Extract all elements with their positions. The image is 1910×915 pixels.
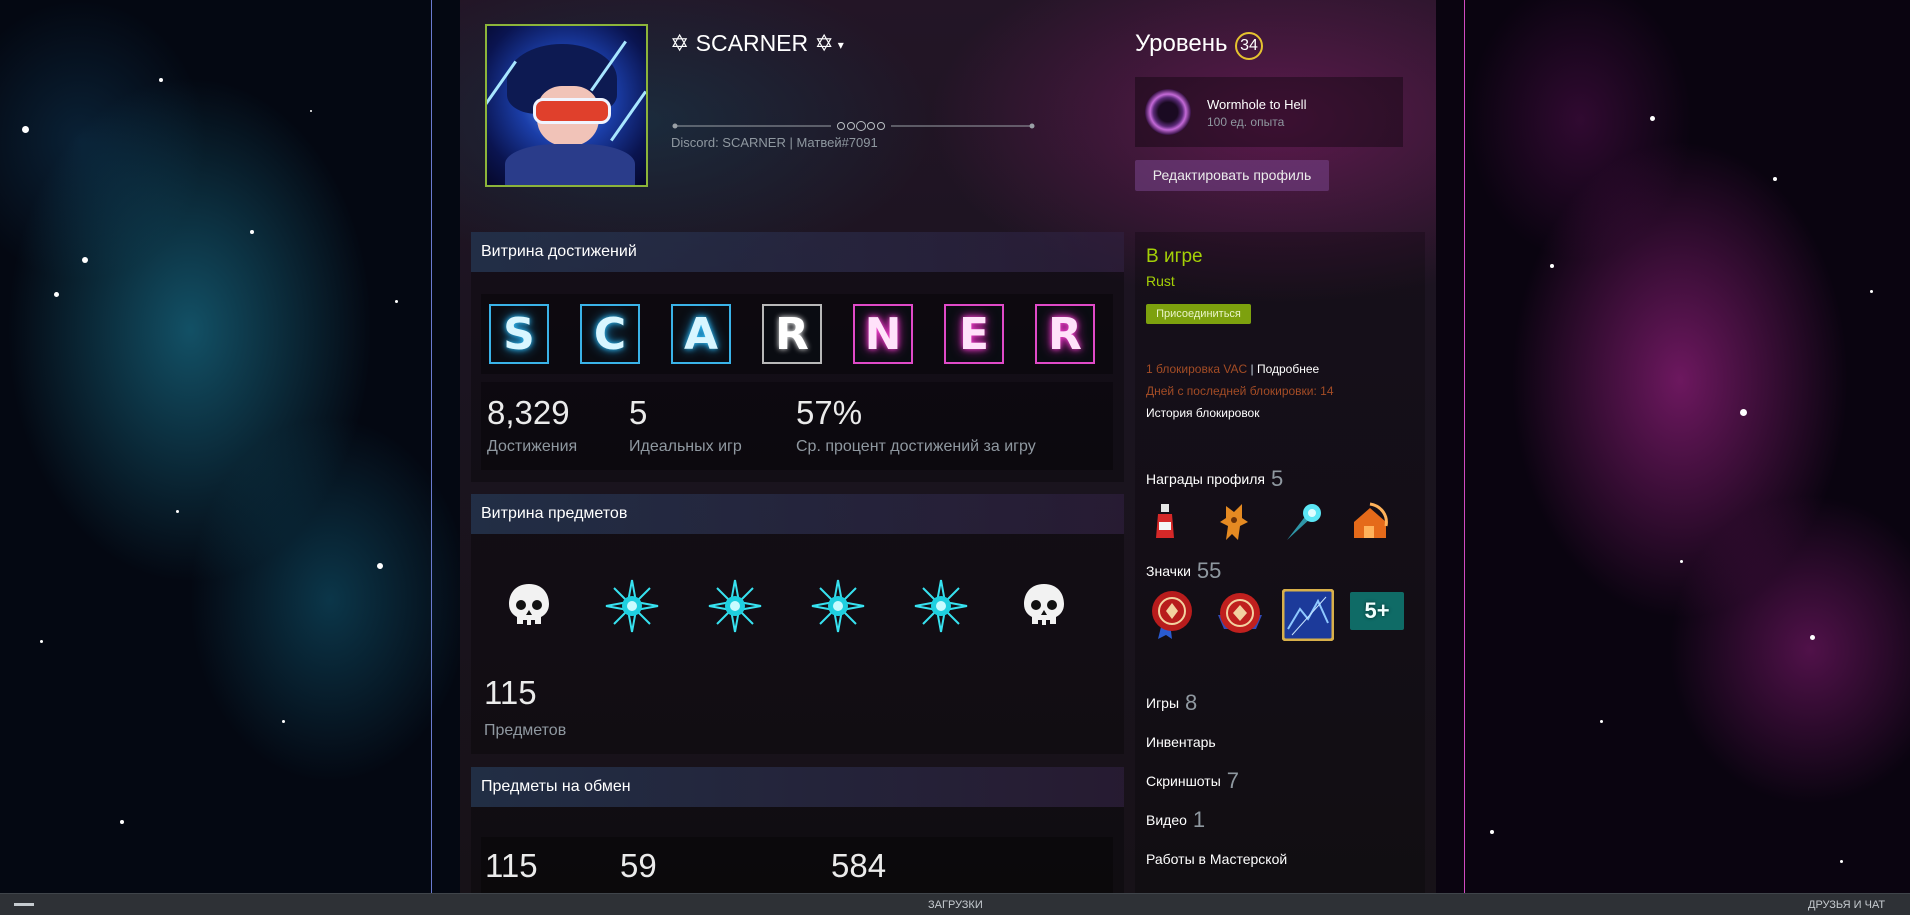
- trade-stat-value[interactable]: 584: [831, 847, 886, 885]
- current-game[interactable]: Rust: [1146, 273, 1175, 289]
- orange-creature-icon[interactable]: [1212, 500, 1256, 544]
- screenshots-label: Скриншоты: [1146, 773, 1221, 789]
- trade-stats: 115 59 584: [481, 837, 1113, 893]
- avg-completion-label: Ср. процент достижений за игру: [796, 438, 1036, 455]
- vac-ban-info: 1 блокировка VAC | Подробнее: [1146, 362, 1319, 376]
- trade-stat-value[interactable]: 59: [620, 847, 657, 885]
- bottom-bar-menu-icon[interactable]: [14, 903, 34, 906]
- profile-summary: Discord: SCARNER | Матвей#7091: [671, 135, 878, 150]
- favorite-badge-name: Wormhole to Hell: [1207, 97, 1307, 112]
- achievement-tile[interactable]: A: [671, 304, 731, 364]
- videos-count: 1: [1192, 807, 1206, 832]
- achievement-stats: 8,329 Достижения 5 Идеальных игр 57% Ср.…: [481, 382, 1113, 470]
- inventory-link[interactable]: Инвентарь: [1146, 734, 1216, 750]
- blue-card-badge-icon[interactable]: [1282, 589, 1334, 641]
- red-seal-ribbon-icon[interactable]: [1146, 589, 1198, 641]
- cyan-star-icon[interactable]: [707, 578, 763, 634]
- games-label: Игры: [1146, 695, 1180, 711]
- trade-stat-value[interactable]: 115: [485, 847, 538, 885]
- items-count-label: Предметов: [484, 722, 567, 739]
- screenshots-link[interactable]: Скриншоты 7: [1146, 768, 1239, 794]
- achievement-showcase-title: Витрина достижений: [471, 232, 1124, 272]
- badges-label: Значки: [1146, 563, 1191, 579]
- avg-completion-value: 57%: [796, 394, 863, 431]
- right-background-nebula: [1430, 0, 1910, 914]
- ban-history-link[interactable]: История блокировок: [1146, 406, 1259, 420]
- cyan-star-icon[interactable]: [913, 578, 969, 634]
- orange-house-icon[interactable]: [1348, 500, 1392, 544]
- left-frame-line: [431, 0, 432, 893]
- join-game-button[interactable]: Присоединиться: [1146, 304, 1251, 324]
- achievement-tiles: S C A R N E R: [481, 294, 1113, 374]
- perfect-games-count[interactable]: 5: [629, 394, 647, 432]
- achievement-tile[interactable]: S: [489, 304, 549, 364]
- friends-chat-button[interactable]: ДРУЗЬЯ И ЧАТ: [1808, 899, 1885, 911]
- achievements-label: Достижения: [487, 438, 578, 455]
- trade-showcase-title: Предметы на обмен: [471, 767, 1124, 807]
- vac-separator: |: [1250, 362, 1254, 376]
- level-badge[interactable]: 34: [1235, 32, 1263, 60]
- ketchup-bottle-icon[interactable]: [1144, 500, 1188, 544]
- profile-sidebar: В игре Rust Присоединиться 1 блокировка …: [1135, 232, 1425, 893]
- downloads-button[interactable]: ЗАГРУЗКИ: [928, 899, 983, 911]
- profile-awards-count: 5: [1270, 466, 1284, 491]
- vac-more-link[interactable]: Подробнее: [1257, 362, 1319, 376]
- screenshots-count: 7: [1226, 768, 1240, 793]
- blue-comet-icon[interactable]: [1281, 500, 1325, 544]
- badges-count: 55: [1196, 558, 1222, 583]
- five-plus-text: 5+: [1364, 598, 1390, 623]
- games-count: 8: [1185, 690, 1198, 715]
- chevron-down-icon[interactable]: ▾: [838, 38, 844, 52]
- left-background-nebula: [0, 0, 460, 914]
- badges-link[interactable]: Значки 55: [1146, 558, 1221, 584]
- perfect-games-label: Идеальных игр: [629, 438, 742, 455]
- vac-days-since: Дней с последней блокировки: 14: [1146, 384, 1334, 398]
- wormhole-badge-icon: [1145, 89, 1191, 135]
- games-link[interactable]: Игры 8: [1146, 690, 1197, 716]
- achievement-tile[interactable]: N: [853, 304, 913, 364]
- cyan-star-icon[interactable]: [810, 578, 866, 634]
- edit-profile-button[interactable]: Редактировать профиль: [1135, 160, 1329, 191]
- achievement-tile[interactable]: R: [1035, 304, 1095, 364]
- profile-page: ✡ SCARNER ✡ ▾ Discord: SCARNER | Матвей#7…: [460, 0, 1436, 893]
- level-5-plus-icon[interactable]: 5+: [1350, 592, 1404, 630]
- level-title: Уровень: [1135, 30, 1228, 57]
- profile-awards-link[interactable]: Награды профиля 5: [1146, 466, 1283, 492]
- item-showcase-title: Витрина предметов: [471, 494, 1124, 534]
- persona-name[interactable]: ✡ SCARNER ✡ ▾: [670, 30, 844, 57]
- favorite-badge-xp: 100 ед. опыта: [1207, 115, 1285, 129]
- skull-icon[interactable]: [1016, 578, 1072, 634]
- achievement-tile[interactable]: R: [762, 304, 822, 364]
- vac-ban-count: 1 блокировка VAC: [1146, 362, 1248, 376]
- bottom-bar: ЗАГРУЗКИ ДРУЗЬЯ И ЧАТ: [0, 893, 1910, 915]
- right-frame-line: [1464, 0, 1465, 893]
- red-seal-icon[interactable]: [1214, 589, 1266, 641]
- online-status: В игре: [1146, 246, 1203, 267]
- achievement-showcase: Витрина достижений S C A R N E R 8,329 Д…: [471, 232, 1124, 482]
- videos-label: Видео: [1146, 812, 1187, 828]
- videos-link[interactable]: Видео 1: [1146, 807, 1205, 833]
- workshop-link[interactable]: Работы в Мастерской: [1146, 851, 1287, 867]
- items-count[interactable]: 115: [484, 674, 537, 712]
- ornament-divider: [672, 121, 1035, 131]
- avatar[interactable]: [485, 24, 648, 187]
- achievements-count[interactable]: 8,329: [487, 394, 570, 432]
- item-showcase: Витрина предметов 115 Предметов: [471, 494, 1124, 754]
- achievement-tile[interactable]: E: [944, 304, 1004, 364]
- favorite-badge[interactable]: Wormhole to Hell 100 ед. опыта: [1135, 77, 1403, 147]
- skull-icon[interactable]: [501, 578, 557, 634]
- profile-awards-label: Награды профиля: [1146, 471, 1265, 487]
- persona-name-text: ✡ SCARNER ✡: [670, 30, 834, 56]
- cyan-star-icon[interactable]: [604, 578, 660, 634]
- trade-showcase: Предметы на обмен 115 59 584: [471, 767, 1124, 893]
- achievement-tile[interactable]: C: [580, 304, 640, 364]
